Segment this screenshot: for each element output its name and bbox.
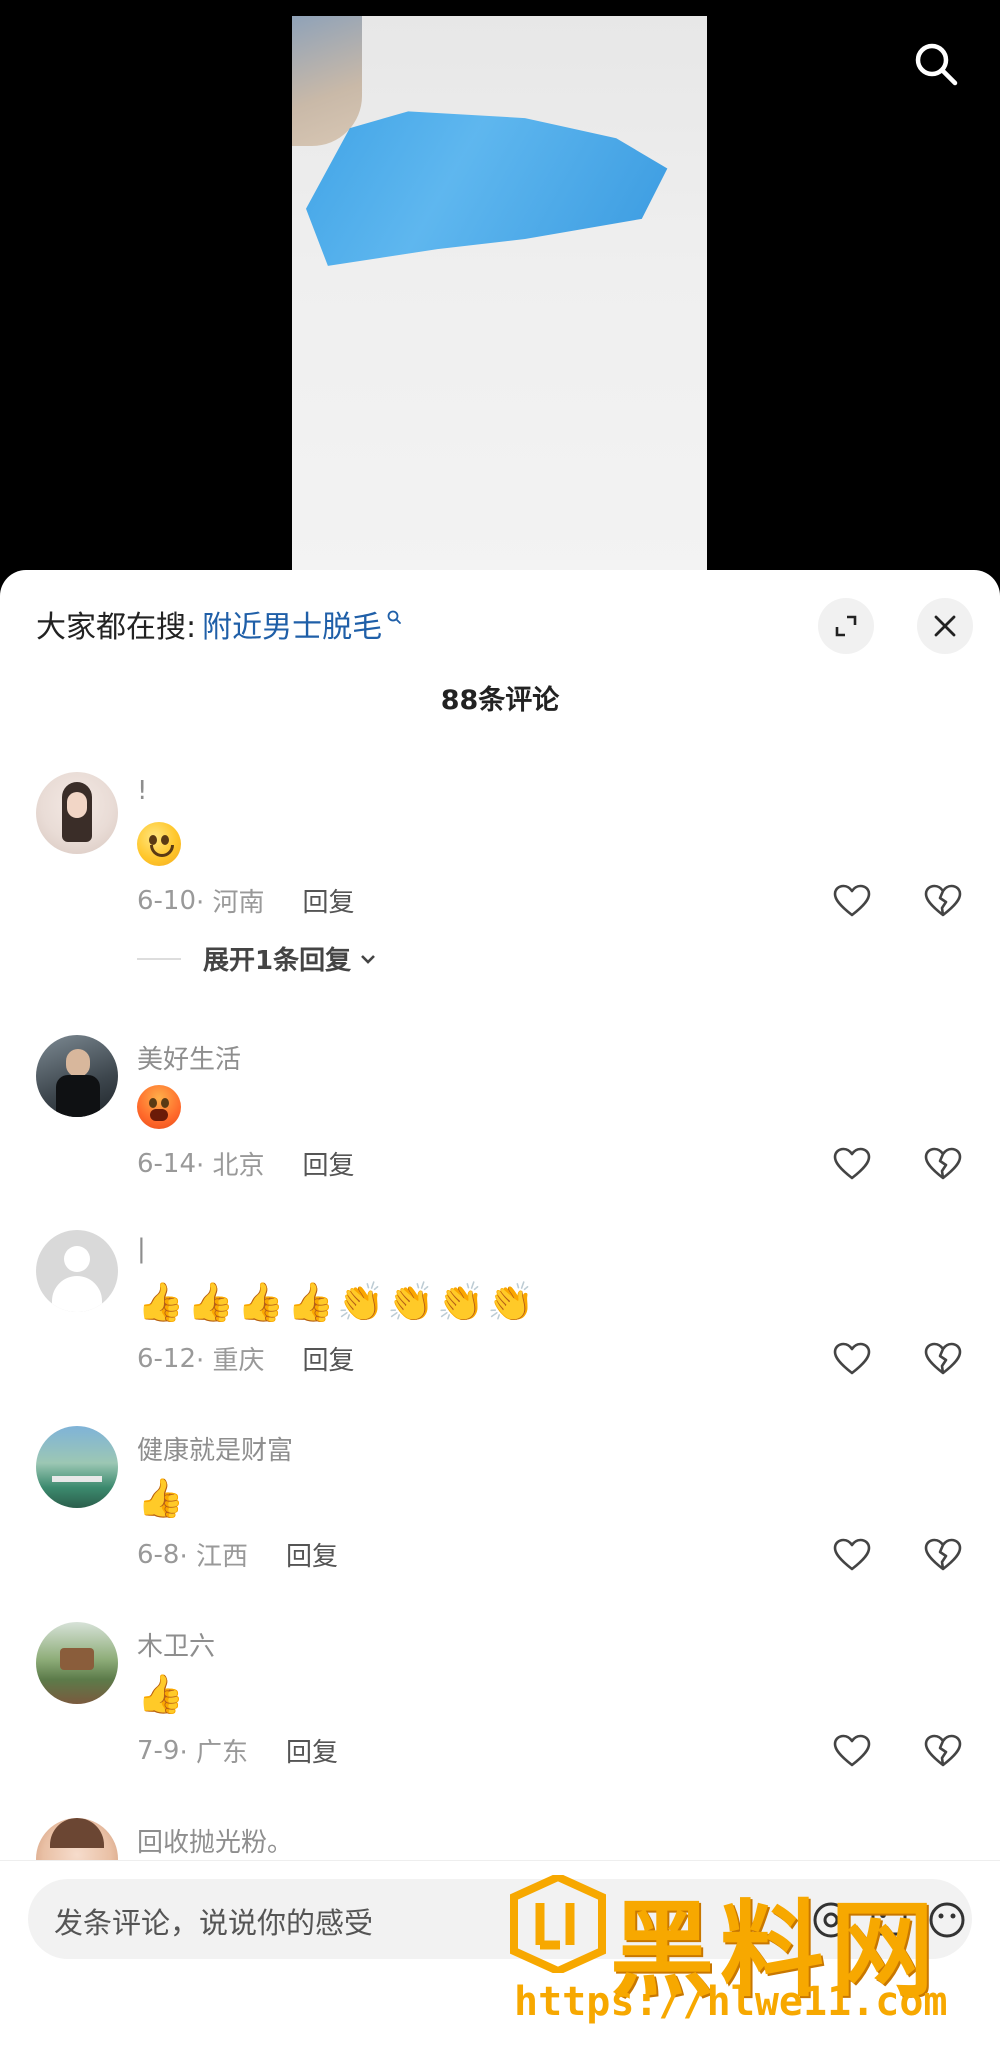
broken-heart-icon xyxy=(924,1734,962,1767)
clap-emoji-icon: 👏 xyxy=(387,1280,435,1324)
dislike-button[interactable] xyxy=(918,1530,968,1580)
comment-meta: 6-12 · 重庆 回复 xyxy=(137,1340,355,1377)
expand-icon xyxy=(835,615,857,637)
image-button[interactable] xyxy=(866,1897,912,1943)
comment-date: 7-9 xyxy=(137,1735,180,1766)
thumbs-up-emoji-icon: 👍 xyxy=(287,1280,335,1324)
comment-date: 6-12 xyxy=(137,1343,197,1374)
like-button[interactable] xyxy=(827,1139,877,1189)
avatar[interactable] xyxy=(36,1230,118,1312)
comment-input-bar: 发条评论，说说你的感受 黑料网 https://hlwe11.com xyxy=(0,1860,1000,2049)
grin-emoji-icon xyxy=(137,822,181,866)
heart-icon xyxy=(833,1538,871,1571)
avatar[interactable] xyxy=(36,1035,118,1117)
chevron-down-icon xyxy=(361,954,376,964)
comment-content: 👍 xyxy=(137,1476,185,1520)
comment-location: · 江西 xyxy=(179,1542,248,1572)
like-button[interactable] xyxy=(827,1334,877,1384)
at-mention-button[interactable] xyxy=(808,1897,854,1943)
sheet-header: 大家都在搜: 附近男士脱毛 xyxy=(0,570,1000,680)
clap-emoji-icon: 👏 xyxy=(337,1280,385,1324)
comment-username[interactable]: 回收抛光粉。 xyxy=(137,1822,293,1859)
hot-search-prefix: 大家都在搜: xyxy=(36,610,197,645)
thumbs-up-emoji-icon: 👍 xyxy=(187,1280,235,1324)
avatar[interactable] xyxy=(36,1622,118,1704)
like-button[interactable] xyxy=(827,876,877,926)
avatar[interactable] xyxy=(36,772,118,854)
dislike-button[interactable] xyxy=(918,1139,968,1189)
comment-location: · 北京 xyxy=(196,1151,265,1181)
thumbs-up-emoji-icon: 👍 xyxy=(137,1672,185,1716)
video-player[interactable] xyxy=(0,0,1000,576)
comment-location: · 重庆 xyxy=(196,1346,265,1376)
watermark-url: https://hlwe11.com xyxy=(514,1979,948,2025)
emoji-button[interactable] xyxy=(924,1897,970,1943)
video-hand-image xyxy=(292,16,362,146)
divider-line xyxy=(137,957,181,960)
heart-icon xyxy=(833,1147,871,1180)
comment-input[interactable]: 发条评论，说说你的感受 xyxy=(28,1879,972,1959)
avatar[interactable] xyxy=(36,1426,118,1508)
comment-content: 👍 👍 👍 👍 👏 👏 👏 👏 xyxy=(137,1280,535,1324)
comment-username[interactable]: 木卫六 xyxy=(137,1626,215,1663)
comment-username[interactable]: 美好生活 xyxy=(137,1039,241,1076)
dislike-button[interactable] xyxy=(918,1726,968,1776)
comment-username[interactable]: | xyxy=(137,1234,146,1264)
image-icon xyxy=(871,1904,907,1936)
dislike-button[interactable] xyxy=(918,876,968,926)
video-frame xyxy=(292,16,707,576)
clap-emoji-icon: 👏 xyxy=(437,1280,485,1324)
search-icon xyxy=(915,43,958,86)
comment-content xyxy=(137,822,181,866)
emoji-icon xyxy=(929,1902,965,1938)
comment-count-title: 88条评论 xyxy=(440,685,560,716)
expand-sheet-button[interactable] xyxy=(818,598,874,654)
comment-content xyxy=(137,1085,181,1129)
thumbs-up-emoji-icon: 👍 xyxy=(137,1280,185,1324)
close-icon xyxy=(934,615,956,637)
reply-button[interactable]: 回复 xyxy=(286,1536,338,1573)
heart-icon xyxy=(833,884,871,917)
comment-location: · 广东 xyxy=(179,1738,248,1768)
like-button[interactable] xyxy=(827,1726,877,1776)
reply-button[interactable]: 回复 xyxy=(286,1732,338,1769)
comment-date: 6-8 xyxy=(137,1539,180,1570)
reply-button[interactable]: 回复 xyxy=(303,1145,355,1182)
thumbs-up-emoji-icon: 👍 xyxy=(137,1476,185,1520)
hot-search-banner[interactable]: 大家都在搜: 附近男士脱毛 xyxy=(36,602,402,646)
comment-meta: 6-10 · 河南 回复 xyxy=(137,882,355,919)
search-button[interactable] xyxy=(908,36,964,92)
clap-emoji-icon: 👏 xyxy=(487,1280,535,1324)
comment-content: 👍 xyxy=(137,1672,185,1716)
broken-heart-icon xyxy=(924,1538,962,1571)
broken-heart-icon xyxy=(924,1147,962,1180)
at-icon xyxy=(813,1902,849,1938)
heart-icon xyxy=(833,1342,871,1375)
thumbs-up-emoji-icon: 👍 xyxy=(237,1280,285,1324)
like-button[interactable] xyxy=(827,1530,877,1580)
broken-heart-icon xyxy=(924,884,962,917)
expand-replies-label: 展开1条回复 xyxy=(203,946,352,976)
search-small-icon xyxy=(387,610,402,624)
comment-location: · 河南 xyxy=(196,888,265,918)
dislike-button[interactable] xyxy=(918,1334,968,1384)
reply-button[interactable]: 回复 xyxy=(303,1340,355,1377)
expand-replies-button[interactable]: 展开1条回复 xyxy=(137,940,379,977)
hot-search-term[interactable]: 附近男士脱毛 xyxy=(202,602,382,646)
reply-button[interactable]: 回复 xyxy=(303,882,355,919)
comment-meta: 6-14 · 北京 回复 xyxy=(137,1145,355,1182)
comment-username[interactable]: ! xyxy=(137,776,147,806)
comment-date: 6-14 xyxy=(137,1148,197,1179)
comment-username[interactable]: 健康就是财富 xyxy=(137,1430,293,1467)
comment-meta: 7-9 · 广东 回复 xyxy=(137,1732,338,1769)
close-sheet-button[interactable] xyxy=(917,598,973,654)
video-blue-cloth-image xyxy=(306,111,668,266)
heart-icon xyxy=(833,1734,871,1767)
angry-emoji-icon xyxy=(137,1085,181,1129)
broken-heart-icon xyxy=(924,1342,962,1375)
comment-input-placeholder: 发条评论，说说你的感受 xyxy=(54,1906,374,1940)
comment-meta: 6-8 · 江西 回复 xyxy=(137,1536,338,1573)
comment-date: 6-10 xyxy=(137,885,197,916)
comment-sheet: 大家都在搜: 附近男士脱毛 88条评论 ! 6-10 · 河南 回复 展开1条回… xyxy=(0,570,1000,2048)
